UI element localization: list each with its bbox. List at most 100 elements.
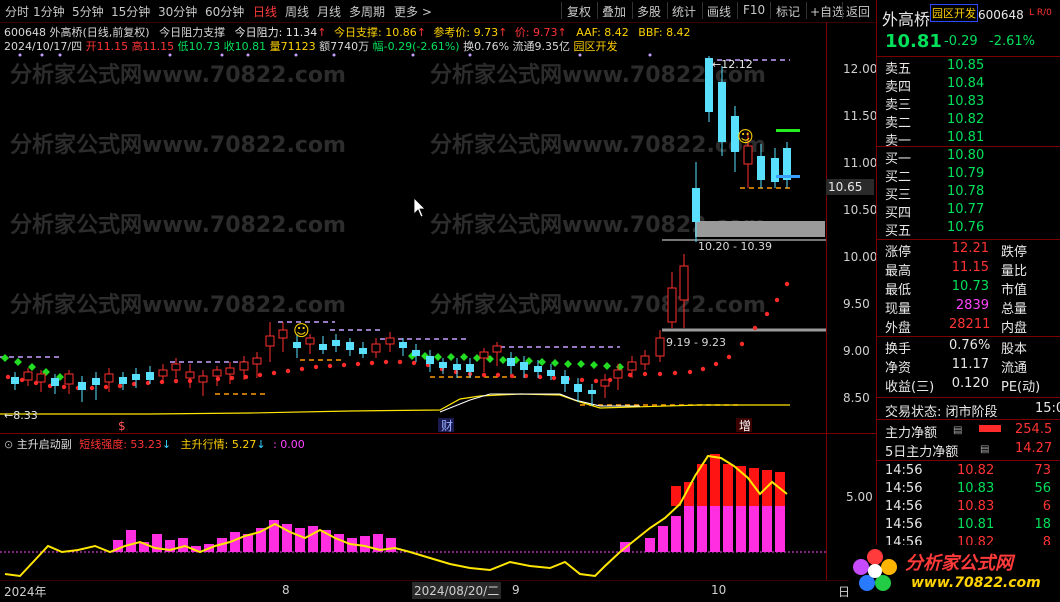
ask-label: 卖四 [885,80,912,95]
watermark: 分析家公式网www.70822.com 分析家公式网www.70822.com … [10,62,766,318]
sub-indicator-chart[interactable] [0,434,826,580]
candle-body [600,379,610,387]
candle-body [319,344,327,350]
fuquan-button[interactable]: 复权 [567,3,591,20]
candle-body [492,345,502,353]
bid-price[interactable]: 10.78 [947,184,984,199]
tick-volume: 18 [1034,517,1051,532]
cursor-icon [413,197,426,218]
candle-body [252,357,262,365]
candle-body [36,373,46,383]
sector-tag[interactable]: 园区开发 [930,4,978,22]
sub-bar [710,506,720,552]
tab-30min[interactable]: 30分钟 [158,3,197,20]
tab-weekly[interactable]: 周线 [285,3,309,20]
high-marker: ←12.12 [712,58,753,71]
tick-price: 10.81 [957,517,995,532]
tab-60min[interactable]: 60分钟 [205,3,244,20]
candle-body [78,382,86,390]
ask-price[interactable]: 10.85 [947,58,984,73]
price-axis: 12.00 11.50 11.00 10.50 10.00 9.50 9.00 … [826,22,878,434]
sub-bar-red [710,454,720,506]
flag: L R/0 [1029,8,1052,18]
tab-more[interactable]: 更多 > [394,3,432,20]
candle-body [507,358,515,366]
candle-body [561,376,569,384]
candle-body [104,373,114,383]
ask-price[interactable]: 10.84 [947,76,984,91]
tick-time: 14:56 [885,517,923,532]
candle-body [225,367,235,375]
event-marker-cai[interactable]: 财 [441,419,453,433]
tab-15min[interactable]: 15分钟 [111,3,150,20]
tab-multi-period[interactable]: 多周期 [349,3,385,20]
svg-text:分析家公式网www.70822.com: 分析家公式网www.70822.com [10,132,346,158]
ask-price[interactable]: 10.83 [947,94,984,109]
bid-price[interactable]: 10.80 [947,148,984,163]
bid-price[interactable]: 10.76 [947,220,984,235]
ask-price[interactable]: 10.81 [947,130,984,145]
sub-bar [671,516,681,552]
bid-price[interactable]: 10.79 [947,166,984,181]
tick-volume: 6 [1042,499,1051,514]
candlestick-chart[interactable]: 分析家公式网www.70822.com 分析家公式网www.70822.com … [0,22,826,434]
smiley-icon: ☺ [737,127,754,146]
low-marker: ←8.33 [4,409,38,422]
candle-body [23,371,33,381]
add-watchlist-button[interactable]: +自选 [810,3,844,20]
candle-body [346,342,354,350]
stock-name: 外高桥 [882,10,931,29]
ask-label: 卖五 [885,62,912,77]
price-change: -0.29 [944,34,978,49]
candle-body [359,348,367,354]
stat-label-right: 量比 [1001,264,1028,279]
tab-fenshi[interactable]: 分时 [5,3,29,20]
main-net5-value: 14.27 [1015,441,1053,456]
sub-bar [295,528,305,552]
quote-panel: 外高桥 园区开发 600648 L R/0 10.81 -0.29 -2.61%… [849,0,1060,601]
date-tick: 2024年 [4,585,47,599]
candle-body [212,369,222,377]
multi-stock-button[interactable]: 多股 [637,3,661,20]
y-tick: 10.00 [843,250,878,264]
tab-5min[interactable]: 5分钟 [72,3,104,20]
candle-body [453,364,461,370]
sub-bar [178,538,188,552]
ask-price[interactable]: 10.82 [947,112,984,127]
svg-text:分析家公式网www.70822.com: 分析家公式网www.70822.com [10,212,346,238]
stock-code: 600648 [978,8,1024,22]
sub-bar [645,538,655,552]
tab-monthly[interactable]: 月线 [317,3,341,20]
candle-body [743,145,753,165]
svg-text:分析家公式网www.70822.com: 分析家公式网www.70822.com [430,292,766,318]
mark-button[interactable]: 标记 [776,3,800,20]
event-marker-zeng[interactable]: 增 [739,419,751,433]
back-button[interactable]: 返回 [846,3,870,20]
stats-button[interactable]: 统计 [672,3,696,20]
svg-text:分析家公式网www.70822.com: 分析家公式网www.70822.com [430,132,766,158]
main-net5-label: 5日主力净额 [885,445,959,460]
candle-body [574,384,582,392]
main-net-value: 254.5 [1015,422,1053,437]
stat2-label: 换手 [885,342,912,357]
pct-change: -2.61% [989,34,1035,49]
candle-body [692,188,700,222]
f10-button[interactable]: F10 [743,3,765,17]
tick-price: 10.83 [957,481,995,496]
white-line [439,393,640,413]
sub-bar [697,506,707,552]
stat2-value: 11.17 [951,357,989,372]
stat-label: 现量 [885,302,912,317]
svg-text:分析家公式网www.70822.com: 分析家公式网www.70822.com [10,62,346,88]
candle-body [627,361,637,371]
event-marker-s[interactable]: $ [118,419,126,433]
draw-line-button[interactable]: 画线 [707,3,731,20]
date-cursor-tag: 2024/08/20/二 [412,582,502,599]
top-dots [18,53,652,57]
stat2-label-right: 流通 [1001,361,1028,376]
overlay-button[interactable]: 叠加 [602,3,626,20]
tab-daily[interactable]: 日线 [253,3,277,20]
tab-1min[interactable]: 1分钟 [33,3,65,20]
candle-body [718,82,726,142]
bid-price[interactable]: 10.77 [947,202,984,217]
